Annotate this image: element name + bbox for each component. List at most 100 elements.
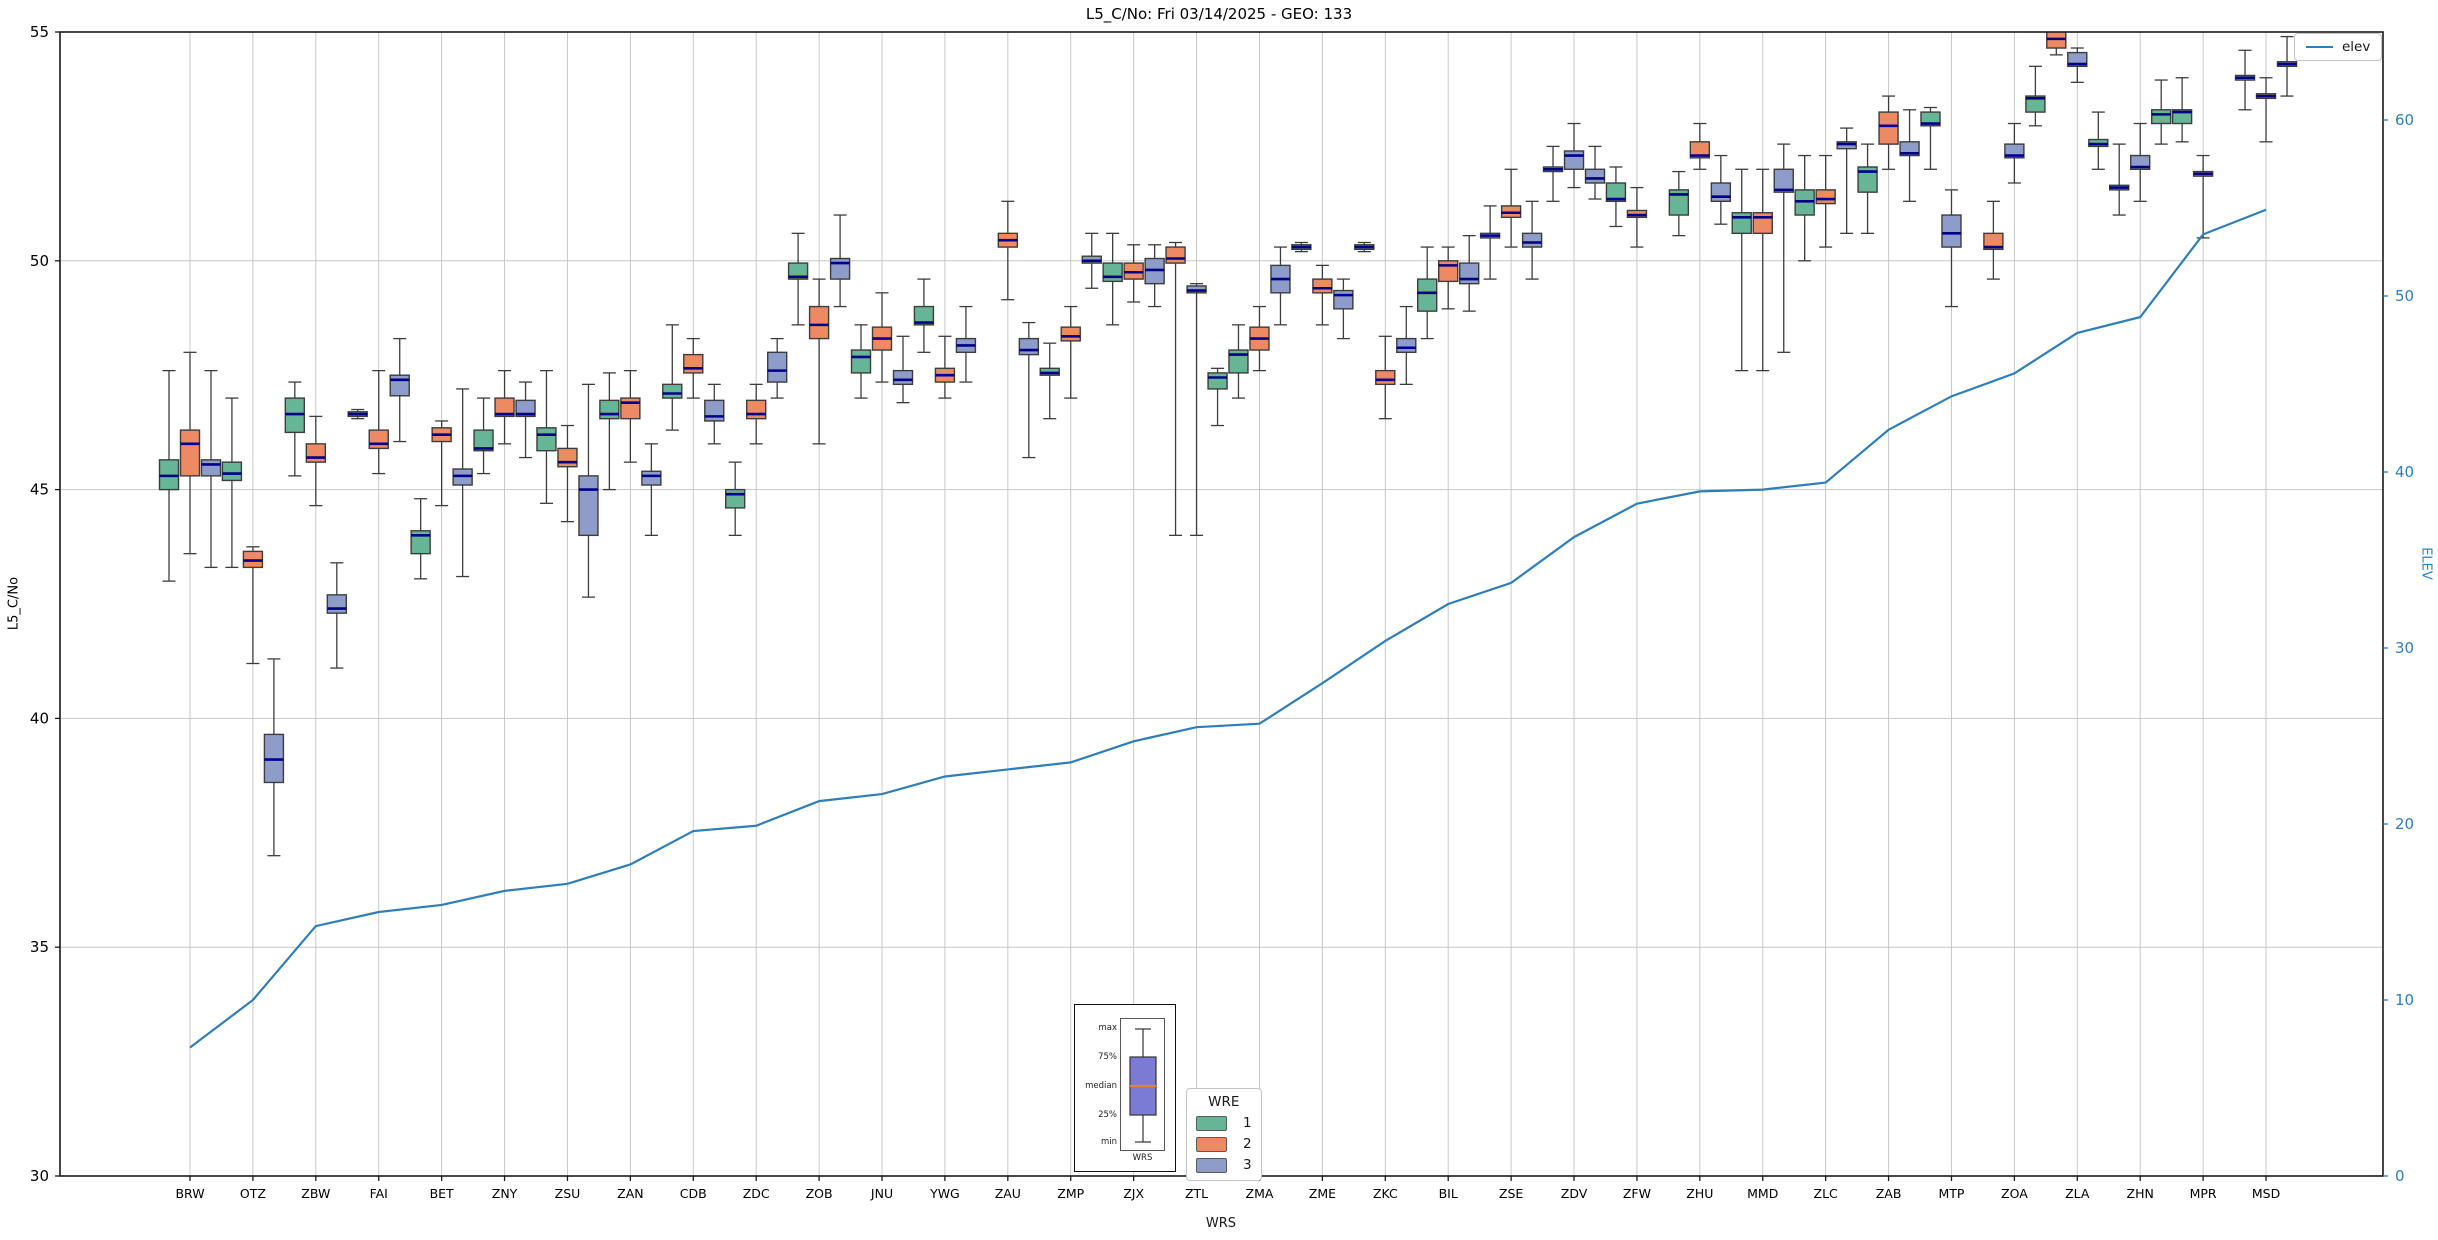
wre2-label: 2 xyxy=(1243,1136,1252,1152)
right-tick-label-0: 0 xyxy=(2395,1167,2405,1185)
box-ZOB-wre1 xyxy=(787,232,809,326)
box-ZJX-wre3 xyxy=(1144,244,1165,308)
right-tick-label-40: 40 xyxy=(2395,463,2414,481)
box-CDB-wre1 xyxy=(662,324,683,431)
box-ZTL-wre1 xyxy=(1207,367,1228,427)
box-ZKC-wre3 xyxy=(1396,305,1417,386)
inset-x-label: WRS xyxy=(1132,1153,1153,1163)
box-ZME-wre1 xyxy=(1291,241,1312,253)
x-axis-label: WRS xyxy=(1205,1216,1237,1231)
inset-min-label: min xyxy=(1100,1137,1117,1147)
box-ZMA-wre1 xyxy=(1228,324,1249,399)
box-ZBW-wre3 xyxy=(326,562,348,669)
x-tick-label-ZTL: ZTL xyxy=(1185,1186,1208,1201)
box-MMD-wre3 xyxy=(1773,143,1794,353)
x-tick-label-MTP: MTP xyxy=(1938,1186,1964,1201)
box-BRW-wre3 xyxy=(200,369,222,569)
x-tick-label-ZJX: ZJX xyxy=(1123,1186,1144,1201)
inset-75-label: 75% xyxy=(1098,1052,1117,1062)
box-ZOA-wre2 xyxy=(1983,200,2004,280)
x-tick-label-ZOB: ZOB xyxy=(806,1186,833,1201)
x-tick-label-ZLA: ZLA xyxy=(2065,1186,2090,1201)
y-tick-label-45: 45 xyxy=(30,481,49,499)
x-tick-label-YWG: YWG xyxy=(929,1186,960,1201)
box-ZDC-wre1 xyxy=(724,461,746,537)
x-tick-label-JNU: JNU xyxy=(870,1186,893,1201)
box-ZDV-wre1 xyxy=(1542,145,1564,202)
box-BET-wre2 xyxy=(431,420,452,507)
box-BRW-wre2 xyxy=(179,351,201,555)
chart-title: L5_C/No: Fri 03/14/2025 - GEO: 133 xyxy=(1085,5,1353,23)
box-ZHN-wre1 xyxy=(2109,143,2130,216)
box-ZOB-wre2 xyxy=(808,278,830,445)
box-MMD-wre2 xyxy=(1752,168,1773,372)
box-ZMP-wre1 xyxy=(1039,342,1060,420)
x-tick-label-ZHN: ZHN xyxy=(2127,1186,2154,1201)
x-tick-label-ZDC: ZDC xyxy=(743,1186,770,1201)
box-ZOB-wre3 xyxy=(829,214,851,308)
box-ZLA-wre3 xyxy=(2067,47,2088,83)
box-YWG-wre2 xyxy=(934,335,956,399)
inset-median-label: median xyxy=(1085,1081,1117,1091)
right-tick-label-50: 50 xyxy=(2395,287,2414,305)
x-tick-label-CDB: CDB xyxy=(680,1186,707,1201)
box-ZSE-wre2 xyxy=(1500,168,1522,248)
box-ZAB-wre1 xyxy=(1857,143,1878,234)
box-CDB-wre3 xyxy=(704,383,725,445)
x-tick-label-ZDV: ZDV xyxy=(1561,1186,1588,1201)
inset-max-label: max xyxy=(1098,1023,1117,1033)
box-ZMA-wre3 xyxy=(1270,246,1291,326)
box-JNU-wre1 xyxy=(850,324,872,399)
box-FAI-wre1 xyxy=(347,408,368,420)
box-YWG-wre3 xyxy=(955,305,977,383)
box-ZME-wre3 xyxy=(1333,278,1354,340)
x-tick-label-ZFW: ZFW xyxy=(1623,1186,1651,1201)
box-MPR-wre2 xyxy=(2192,154,2214,239)
box-ZHU-wre2 xyxy=(1689,122,1711,170)
elev-line-swatch xyxy=(2306,46,2333,48)
x-tick-label-ZBW: ZBW xyxy=(301,1186,330,1201)
box-ZDV-wre3 xyxy=(1584,145,1606,200)
box-MSD-wre2 xyxy=(2255,77,2277,143)
right-tick-label-10: 10 xyxy=(2395,991,2414,1009)
x-tick-label-ZSE: ZSE xyxy=(1499,1186,1523,1201)
box-ZHU-wre1 xyxy=(1668,170,1690,237)
box-MTP-wre3 xyxy=(1941,189,1962,308)
box-ZJX-wre2 xyxy=(1123,244,1144,303)
box-ZNY-wre3 xyxy=(515,381,536,459)
x-tick-label-ZAB: ZAB xyxy=(1876,1186,1902,1201)
box-ZMP-wre2 xyxy=(1060,305,1081,399)
box-ZHN-wre3 xyxy=(2130,122,2151,202)
legend-wre-entry-2: 2 xyxy=(1196,1136,1252,1152)
x-tick-label-ZMP: ZMP xyxy=(1057,1186,1084,1201)
legend-elev: elev xyxy=(2294,33,2383,61)
box-ZTL-wre2 xyxy=(1165,241,1186,537)
box-ZTL-wre3 xyxy=(1186,283,1207,537)
box-ZMA-wre2 xyxy=(1249,305,1270,372)
chart-root: 30 35 40 45 50 55 0 10 20 30 40 50 60 BRW OTZ ZBW FAI BET… xyxy=(0,0,2438,1240)
box-ZOA-wre1 xyxy=(2025,65,2046,127)
box-ZDV-wre3 xyxy=(1563,122,1585,189)
legend-wre-entry-3: 3 xyxy=(1196,1157,1252,1173)
box-MPR-wre1 xyxy=(2171,77,2193,143)
x-tick-label-ZSU: ZSU xyxy=(555,1186,581,1201)
x-tick-label-ZME: ZME xyxy=(1309,1186,1336,1201)
x-tick-label-MSD: MSD xyxy=(2252,1186,2280,1201)
box-ZSE-wre1 xyxy=(1479,205,1501,280)
legend-wre: WRE 1 2 3 xyxy=(1186,1088,1262,1181)
y-tick-label-40: 40 xyxy=(30,709,49,727)
box-ZKC-wre1 xyxy=(1354,241,1375,253)
x-tick-label-ZKC: ZKC xyxy=(1373,1186,1398,1201)
box-ZLC-wre3 xyxy=(1836,127,1857,234)
box-OTZ-wre3 xyxy=(263,658,285,857)
x-tick-label-ZMA: ZMA xyxy=(1246,1186,1274,1201)
y-tick-label-35: 35 xyxy=(30,938,49,956)
x-tick-label-MPR: MPR xyxy=(2190,1186,2217,1201)
box-ZFW-wre1 xyxy=(1605,166,1627,228)
legend-elev-label: elev xyxy=(2342,39,2371,55)
box-ZAB-wre3 xyxy=(1899,109,1920,202)
box-BIL-wre2 xyxy=(1437,246,1459,310)
boxplot-legend-inset: max 75% median 25% min WRS xyxy=(1074,1004,1176,1172)
box-OTZ-wre1 xyxy=(221,397,243,569)
box-ZAN-wre1 xyxy=(599,372,620,491)
